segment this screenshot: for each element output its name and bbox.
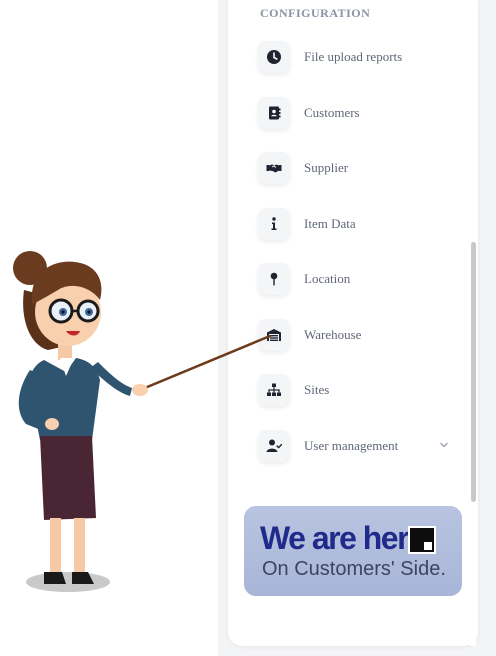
chevron-down-icon[interactable] (438, 439, 450, 451)
sidebar-item-location[interactable]: Location (258, 262, 458, 296)
sidebar-item-label: User management (304, 438, 399, 453)
sidebar-item-label: Supplier (304, 160, 349, 175)
handshake-icon (258, 152, 290, 184)
sidebar-item-label: Sites (304, 382, 330, 397)
sidebar-item-label: Warehouse (304, 327, 362, 342)
sidebar-item-warehouse[interactable]: Warehouse (258, 318, 458, 352)
sidebar-item-user-management[interactable]: User management (258, 429, 458, 463)
sidebar-item-label: Customers (304, 105, 360, 120)
sidebar-item-item-data[interactable]: Item Data (258, 207, 458, 241)
teacher-illustration (13, 251, 272, 592)
sidebar-item-sites[interactable]: Sites (258, 373, 458, 407)
sidebar-item-customers[interactable]: Customers (258, 96, 458, 130)
sidebar-item-label: File upload reports (304, 49, 403, 64)
banner-tagline: On Customers' Side. (262, 558, 446, 580)
scrollbar-thumb[interactable] (471, 242, 476, 502)
address-book-icon (258, 97, 290, 129)
sidebar-item-supplier[interactable]: Supplier (258, 151, 458, 185)
clock-icon (258, 41, 290, 73)
sidebar-item-label: Item Data (304, 216, 356, 231)
banner-square-icon (408, 526, 436, 554)
sidebar-item-file-upload-reports[interactable]: File upload reports (258, 40, 458, 74)
section-title: CONFIGURATION (260, 6, 371, 20)
info-icon (258, 208, 290, 240)
sidebar-item-label: Location (304, 271, 351, 286)
banner-headline: We are here (260, 520, 426, 556)
